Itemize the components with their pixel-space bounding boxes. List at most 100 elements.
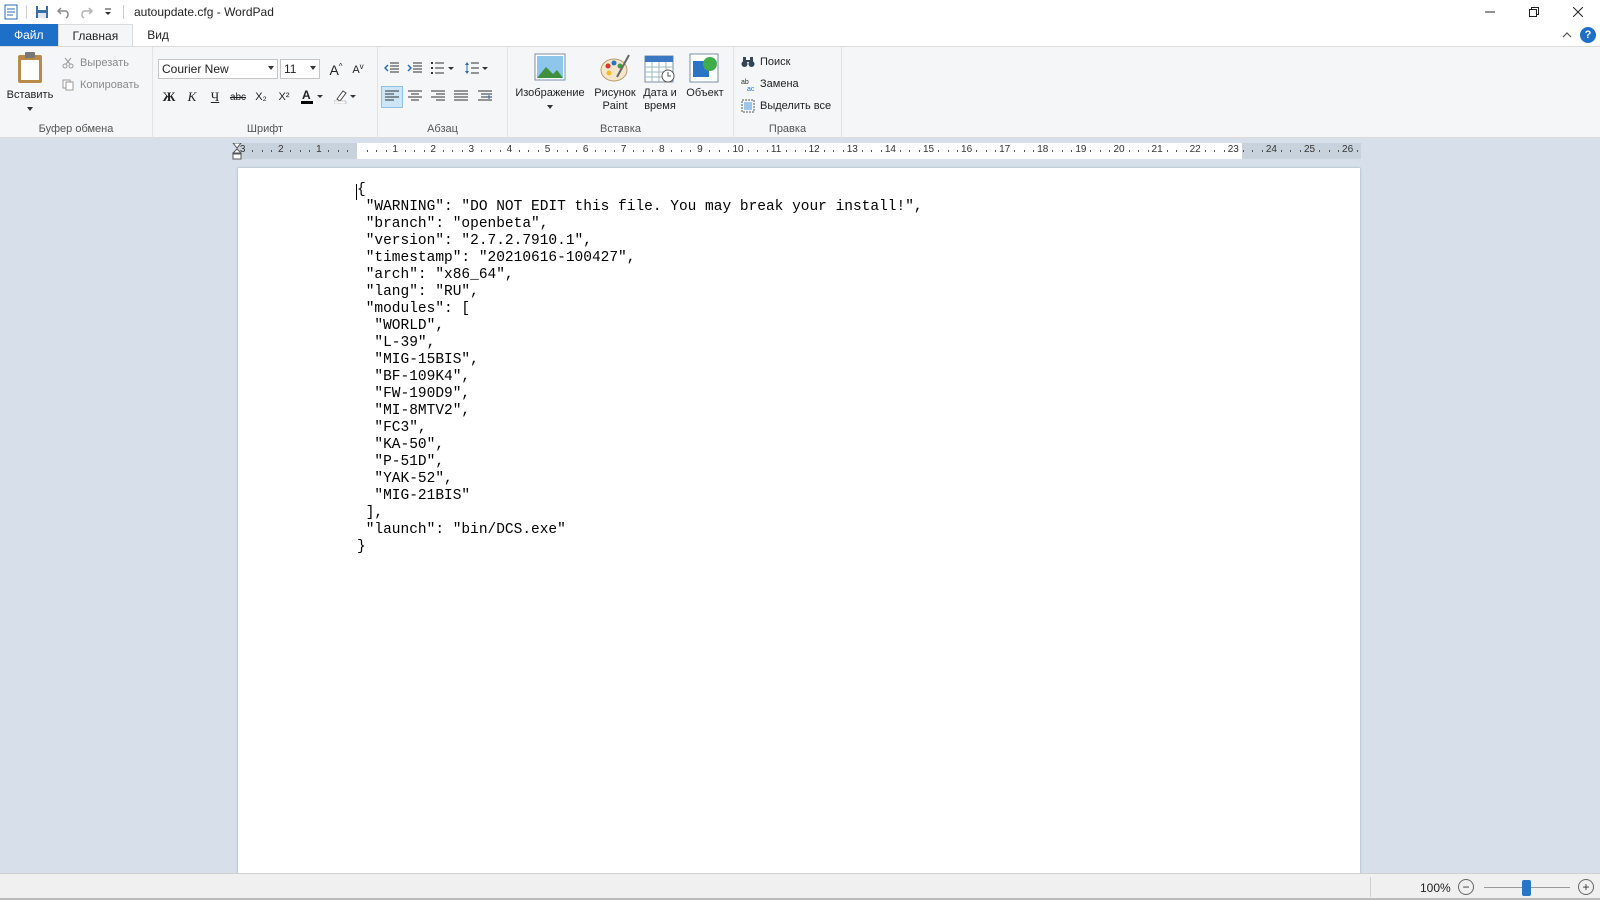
ruler-tick <box>442 150 444 152</box>
paragraph-group-label: Абзац <box>427 123 458 135</box>
minimize-button[interactable] <box>1468 0 1512 24</box>
paragraph-settings-button[interactable] <box>474 86 496 108</box>
decrease-indent-button[interactable] <box>381 58 403 80</box>
strikethrough-button[interactable]: abc <box>227 86 249 108</box>
justify-button[interactable] <box>450 86 472 108</box>
ruler-tick <box>1319 150 1321 152</box>
tab-view[interactable]: Вид <box>133 24 183 46</box>
help-icon[interactable]: ? <box>1580 27 1596 43</box>
font-size-select[interactable]: 11 <box>280 59 320 79</box>
shrink-font-button[interactable]: Av <box>347 59 369 81</box>
align-center-button[interactable] <box>404 86 426 108</box>
ruler-tick <box>1242 150 1244 152</box>
ruler-number: 15 <box>922 144 935 155</box>
svg-text:A: A <box>302 88 311 102</box>
italic-button[interactable]: К <box>181 86 203 108</box>
document-page[interactable]: { "WARNING": "DO NOT EDIT this file. You… <box>238 168 1360 873</box>
cut-button[interactable]: Вырезать <box>60 53 129 73</box>
replace-button[interactable]: ab ac Замена <box>740 74 799 94</box>
ruler-tick <box>861 150 863 152</box>
ruler-tick <box>757 150 759 152</box>
underline-button[interactable]: Ч <box>204 86 226 108</box>
highlight-color-button[interactable] <box>331 86 361 108</box>
grow-font-button[interactable]: A ^ <box>325 59 347 81</box>
ruler-left-margin <box>237 143 357 159</box>
insert-image-button[interactable]: Изображение <box>512 53 588 113</box>
bullet-list-button[interactable] <box>428 58 458 80</box>
clipboard-group: Вставить Вырезать Копировать Буфер обмен… <box>0 47 153 138</box>
ruler-tick <box>1204 150 1206 152</box>
ruler-tick <box>1252 150 1254 152</box>
clipboard-icon <box>15 51 45 89</box>
ruler-tick <box>557 150 559 152</box>
ruler-number: 23 <box>1227 144 1239 155</box>
scissors-icon <box>60 55 76 71</box>
collapse-ribbon-icon[interactable] <box>1562 28 1572 42</box>
text-color-button[interactable]: A <box>298 86 328 108</box>
ruler-tick <box>642 150 644 152</box>
line-spacing-icon <box>464 61 490 78</box>
ruler-number: 6 <box>582 144 589 155</box>
copy-button[interactable]: Копировать <box>60 75 139 95</box>
increase-indent-icon <box>407 61 423 78</box>
ruler-tick <box>290 150 292 152</box>
select-all-button[interactable]: Выделить все <box>740 96 831 116</box>
date-time-button[interactable]: Дата и время <box>638 53 682 113</box>
tab-file[interactable]: Файл <box>0 24 58 46</box>
zoom-in-button[interactable]: + <box>1578 879 1594 895</box>
superscript-button[interactable]: X² <box>273 86 295 108</box>
ruler-number: 4 <box>506 144 513 155</box>
editing-group-label: Правка <box>768 123 807 135</box>
ruler-tick <box>1099 150 1101 152</box>
ruler-tick <box>1147 150 1149 152</box>
restore-button[interactable] <box>1512 0 1556 24</box>
customize-quick-access-icon[interactable] <box>99 3 117 21</box>
subscript-button[interactable]: X₂ <box>250 86 272 108</box>
svg-text:ab: ab <box>741 79 749 86</box>
ruler-number: 25 <box>1303 144 1316 155</box>
save-icon[interactable] <box>33 3 51 21</box>
ruler-tick <box>299 150 301 152</box>
find-button[interactable]: Поиск <box>740 52 790 72</box>
ruler-tick <box>1223 150 1225 152</box>
close-button[interactable] <box>1556 0 1600 24</box>
increase-indent-button[interactable] <box>404 58 426 80</box>
ruler-number: 9 <box>697 144 703 155</box>
ruler-tick <box>385 150 387 152</box>
divider <box>123 5 124 19</box>
highlighter-icon <box>333 88 358 107</box>
ruler-tick <box>747 150 749 152</box>
date-time-label-line1: Дата и <box>643 87 677 99</box>
ruler-tick <box>671 150 673 152</box>
ruler-tick <box>880 150 882 152</box>
undo-icon[interactable] <box>55 3 73 21</box>
line-spacing-button[interactable] <box>462 58 492 80</box>
zoom-out-button[interactable]: − <box>1458 879 1474 895</box>
ruler[interactable]: 3 2 1 1 2 3 4 5 6 7 8 9 10 11 12 13 14 15 16 17 18 19 20 21 22 23… <box>231 143 1361 160</box>
wordpad-app-icon[interactable] <box>2 3 20 21</box>
align-right-button[interactable] <box>427 86 449 108</box>
ruler-tick <box>1052 150 1054 152</box>
align-left-button[interactable] <box>381 86 403 108</box>
paste-button[interactable]: Вставить <box>6 51 54 115</box>
align-left-icon <box>385 90 399 105</box>
insert-object-button[interactable]: Объект <box>682 53 728 100</box>
decrease-indent-icon <box>383 61 400 78</box>
redo-icon[interactable] <box>77 3 95 21</box>
ruler-tick <box>366 150 368 152</box>
tab-home[interactable]: Главная <box>57 24 134 46</box>
ruler-tick <box>604 150 606 152</box>
ruler-tick <box>918 150 920 152</box>
zoom-slider-thumb[interactable] <box>1522 880 1531 896</box>
ruler-area: 3 2 1 1 2 3 4 5 6 7 8 9 10 11 12 13 14 15 16 17 18 19 20 21 22 23… <box>0 139 1600 161</box>
select-all-icon <box>740 98 756 114</box>
object-icon <box>689 53 721 87</box>
date-time-label-line2: время <box>644 100 676 112</box>
document-text[interactable]: { "WARNING": "DO NOT EDIT this file. You… <box>357 182 923 556</box>
paint-drawing-button[interactable]: Рисунок Paint <box>592 53 638 113</box>
font-family-select[interactable]: Courier New <box>158 59 278 79</box>
copy-label: Копировать <box>80 79 140 91</box>
ruler-tick <box>909 150 911 152</box>
bold-button[interactable]: Ж <box>158 86 180 108</box>
justify-icon <box>454 90 468 105</box>
